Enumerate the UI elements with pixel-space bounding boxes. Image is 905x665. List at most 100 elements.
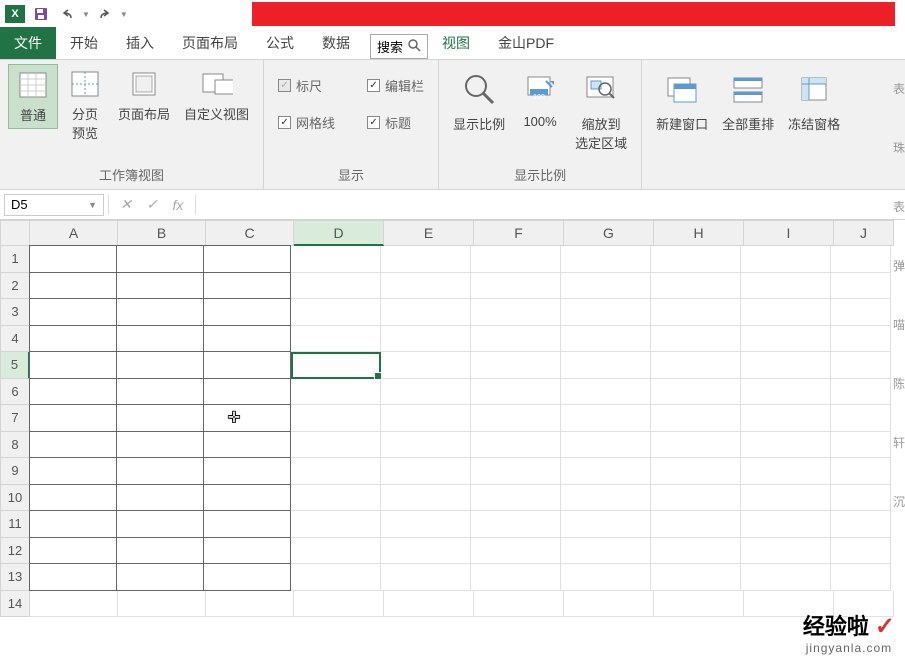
cell-A8[interactable] — [29, 431, 117, 459]
fx-icon[interactable]: fx — [165, 194, 191, 216]
cell-D12[interactable] — [291, 538, 381, 565]
cell-G6[interactable] — [561, 379, 651, 406]
tab-page-layout[interactable]: 页面布局 — [168, 27, 252, 59]
cell-D3[interactable] — [291, 299, 381, 326]
row-header-13[interactable]: 13 — [0, 564, 30, 591]
column-header-I[interactable]: I — [744, 220, 834, 246]
cell-H12[interactable] — [651, 538, 741, 565]
column-header-F[interactable]: F — [474, 220, 564, 246]
cell-E10[interactable] — [381, 485, 471, 512]
cell-I4[interactable] — [741, 326, 831, 353]
cell-I3[interactable] — [741, 299, 831, 326]
cell-H3[interactable] — [651, 299, 741, 326]
cell-A13[interactable] — [29, 563, 117, 591]
cell-G13[interactable] — [561, 564, 651, 591]
cell-C11[interactable] — [203, 510, 291, 538]
cell-C8[interactable] — [203, 431, 291, 459]
search-box[interactable]: 搜索 — [370, 34, 428, 59]
cell-G5[interactable] — [561, 352, 651, 379]
cell-A6[interactable] — [29, 378, 117, 406]
row-header-5[interactable]: 5 — [0, 352, 30, 379]
cell-A10[interactable] — [29, 484, 117, 512]
cell-G14[interactable] — [564, 591, 654, 618]
cell-H1[interactable] — [651, 246, 741, 273]
cell-C12[interactable] — [203, 537, 291, 565]
cell-G3[interactable] — [561, 299, 651, 326]
cell-C5[interactable] — [203, 351, 291, 379]
cell-F7[interactable] — [471, 405, 561, 432]
cell-A7[interactable] — [29, 404, 117, 432]
cell-H4[interactable] — [651, 326, 741, 353]
cell-B9[interactable] — [116, 457, 204, 485]
row-header-2[interactable]: 2 — [0, 273, 30, 300]
tab-insert[interactable]: 插入 — [112, 27, 168, 59]
cell-J7[interactable] — [831, 405, 891, 432]
cell-D2[interactable] — [291, 273, 381, 300]
cell-B3[interactable] — [116, 298, 204, 326]
cell-F5[interactable] — [471, 352, 561, 379]
cell-J12[interactable] — [831, 538, 891, 565]
cell-G12[interactable] — [561, 538, 651, 565]
cell-I9[interactable] — [741, 458, 831, 485]
cell-E3[interactable] — [381, 299, 471, 326]
cell-G4[interactable] — [561, 326, 651, 353]
gridlines-checkbox[interactable]: 网格线 — [276, 109, 337, 136]
cell-A14[interactable] — [30, 591, 118, 618]
cell-E9[interactable] — [381, 458, 471, 485]
cell-I10[interactable] — [741, 485, 831, 512]
cell-I11[interactable] — [741, 511, 831, 538]
cell-J11[interactable] — [831, 511, 891, 538]
cell-E7[interactable] — [381, 405, 471, 432]
cell-A5[interactable] — [29, 351, 117, 379]
cell-D5[interactable] — [291, 352, 381, 379]
row-header-14[interactable]: 14 — [0, 591, 30, 618]
cell-E11[interactable] — [381, 511, 471, 538]
cell-C13[interactable] — [203, 563, 291, 591]
cell-H10[interactable] — [651, 485, 741, 512]
formula-input[interactable] — [200, 194, 901, 216]
freeze-panes-button[interactable]: 冻结窗格 — [782, 64, 846, 137]
cell-E8[interactable] — [381, 432, 471, 459]
column-header-J[interactable]: J — [834, 220, 894, 246]
cell-C7[interactable]: ✛ — [203, 404, 291, 432]
custom-view-button[interactable]: 自定义视图 — [178, 64, 255, 127]
cell-A4[interactable] — [29, 325, 117, 353]
cell-B13[interactable] — [116, 563, 204, 591]
cell-C10[interactable] — [203, 484, 291, 512]
cell-A3[interactable] — [29, 298, 117, 326]
cell-E13[interactable] — [381, 564, 471, 591]
tab-home[interactable]: 开始 — [56, 27, 112, 59]
cell-J4[interactable] — [831, 326, 891, 353]
cell-G8[interactable] — [561, 432, 651, 459]
cell-A1[interactable] — [29, 245, 117, 273]
cell-G11[interactable] — [561, 511, 651, 538]
cell-E1[interactable] — [381, 246, 471, 273]
cell-H7[interactable] — [651, 405, 741, 432]
cell-F11[interactable] — [471, 511, 561, 538]
cell-D13[interactable] — [291, 564, 381, 591]
row-header-9[interactable]: 9 — [0, 458, 30, 485]
cell-D11[interactable] — [291, 511, 381, 538]
cell-E5[interactable] — [381, 352, 471, 379]
cell-H9[interactable] — [651, 458, 741, 485]
cell-I7[interactable] — [741, 405, 831, 432]
cell-J5[interactable] — [831, 352, 891, 379]
enter-icon[interactable]: ✓ — [139, 194, 165, 216]
cell-A9[interactable] — [29, 457, 117, 485]
row-header-12[interactable]: 12 — [0, 538, 30, 565]
cell-C9[interactable] — [203, 457, 291, 485]
zoom-selection-button[interactable]: 缩放到 选定区域 — [569, 64, 633, 156]
column-header-G[interactable]: G — [564, 220, 654, 246]
cell-E2[interactable] — [381, 273, 471, 300]
cell-F2[interactable] — [471, 273, 561, 300]
cell-B8[interactable] — [116, 431, 204, 459]
column-header-A[interactable]: A — [30, 220, 118, 246]
cell-B10[interactable] — [116, 484, 204, 512]
tab-data[interactable]: 数据 — [308, 27, 364, 59]
cell-J3[interactable] — [831, 299, 891, 326]
cell-C1[interactable] — [203, 245, 291, 273]
arrange-all-button[interactable]: 全部重排 — [716, 64, 780, 137]
name-box-dropdown-icon[interactable]: ▼ — [88, 200, 97, 210]
cell-G7[interactable] — [561, 405, 651, 432]
cell-F4[interactable] — [471, 326, 561, 353]
